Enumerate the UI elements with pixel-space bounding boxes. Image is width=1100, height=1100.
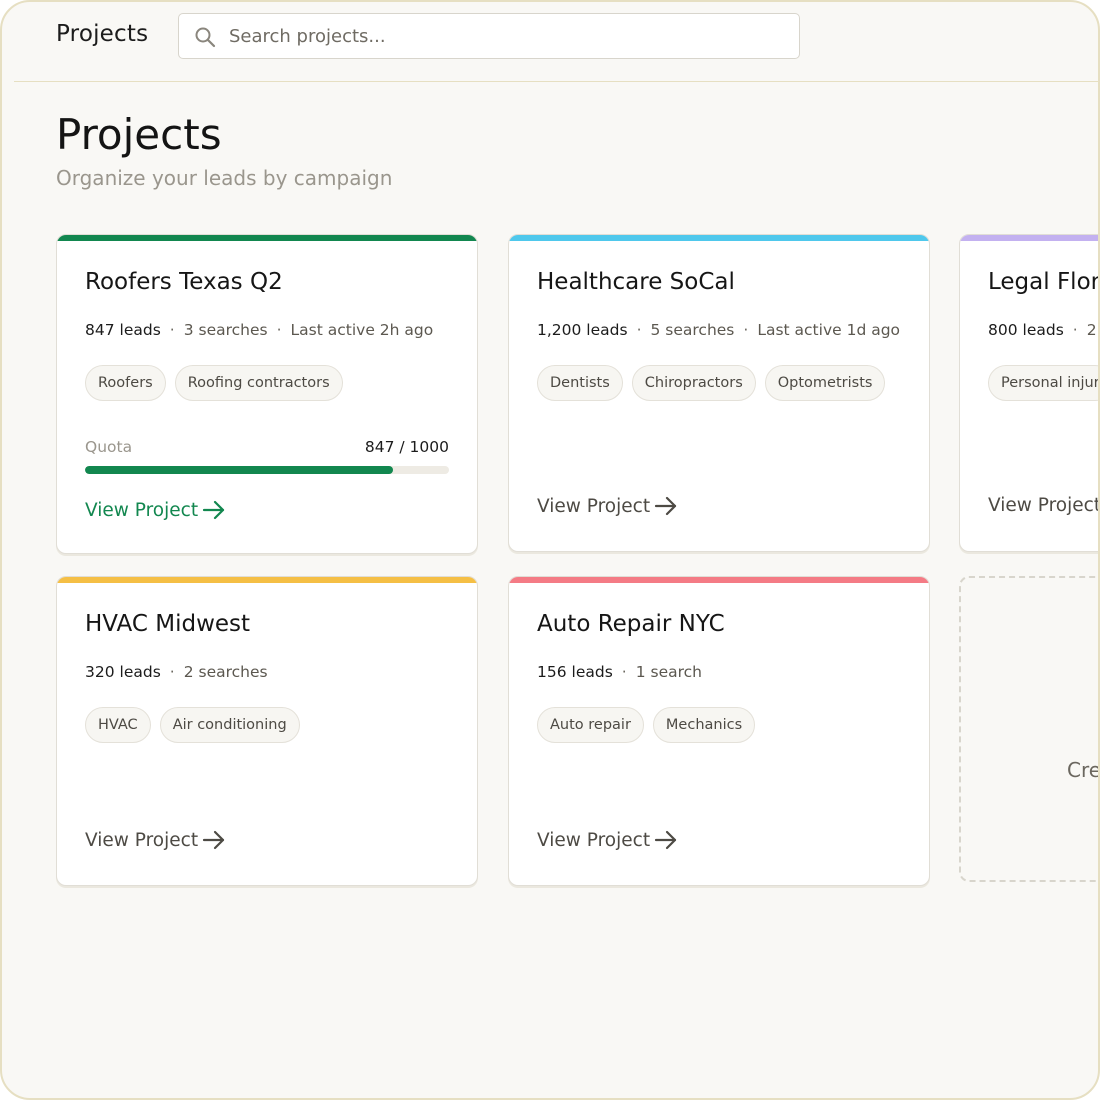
- quota-progress-fill: [85, 466, 394, 474]
- view-project-label: View Project: [537, 496, 651, 517]
- page-title: Projects: [56, 110, 222, 159]
- project-title: Auto Repair NYC: [537, 611, 725, 637]
- search-count: 2 searches: [183, 663, 268, 681]
- last-active: Last active 1d ago: [757, 321, 901, 339]
- lead-count: 800 leads: [988, 321, 1064, 339]
- tag-list: Roofers Roofing contractors: [85, 365, 352, 401]
- search-count: 5 searches: [650, 321, 735, 339]
- tag-list: Auto repair Mechanics: [537, 707, 764, 743]
- search-count: 2: [1086, 321, 1097, 339]
- page-subtitle: Organize your leads by campaign: [56, 166, 393, 190]
- lead-count: 1,200 leads: [537, 321, 628, 339]
- project-meta: 800 leads · 2: [988, 321, 1097, 339]
- search-icon: [195, 27, 216, 48]
- search-input[interactable]: [229, 14, 789, 58]
- project-card[interactable]: Roofers Texas Q2 847 leads · 3 searches · La…: [56, 234, 478, 554]
- project-title: Roofers Texas Q2: [85, 269, 283, 295]
- view-project-link[interactable]: View Project: [988, 495, 1100, 516]
- arrow-right-icon: [654, 830, 677, 850]
- project-title: Legal Flor: [988, 269, 1100, 295]
- project-meta: 847 leads · 3 searches · Last active 2h ago: [85, 321, 433, 339]
- meta-separator: ·: [169, 663, 175, 681]
- lead-count: 320 leads: [85, 663, 161, 681]
- tag-list: Dentists Chiropractors Optometrists: [537, 365, 894, 401]
- tag: Auto repair: [537, 707, 644, 743]
- meta-separator: ·: [621, 663, 627, 681]
- view-project-link[interactable]: View Project: [85, 499, 226, 521]
- view-project-label: View Project: [988, 495, 1100, 516]
- project-title: HVAC Midwest: [85, 611, 251, 637]
- meta-separator: ·: [743, 321, 749, 339]
- tag: Personal injur: [988, 365, 1098, 401]
- view-project-link[interactable]: View Project: [537, 495, 678, 517]
- tag: Dentists: [537, 365, 623, 401]
- card-accent-bar: [57, 235, 477, 241]
- tag: Mechanics: [652, 707, 756, 743]
- quota-value: 847 / 1000: [364, 438, 449, 456]
- quota-label: Quota: [85, 438, 133, 456]
- meta-separator: ·: [636, 321, 642, 339]
- view-project-link[interactable]: View Project: [85, 829, 226, 851]
- meta-separator: ·: [276, 321, 282, 339]
- tag: Roofers: [85, 365, 166, 401]
- create-project-card[interactable]: Cre: [959, 576, 1100, 882]
- quota-progress-bar: [85, 466, 449, 474]
- view-project-label: View Project: [85, 500, 199, 521]
- project-card[interactable]: Auto Repair NYC 156 leads · 1 search Auto …: [508, 576, 930, 886]
- project-title: Healthcare SoCal: [537, 269, 735, 295]
- lead-count: 847 leads: [85, 321, 161, 339]
- view-project-link[interactable]: View Project: [537, 829, 678, 851]
- tag-list: HVAC Air conditioning: [85, 707, 309, 743]
- tag: HVAC: [85, 707, 151, 743]
- search-box[interactable]: [178, 13, 800, 59]
- project-meta: 320 leads · 2 searches: [85, 663, 268, 681]
- top-bar: Projects: [14, 2, 1098, 82]
- tag-list: Personal injur: [988, 365, 1098, 401]
- project-meta: 1,200 leads · 5 searches · Last active 1d ag…: [537, 321, 900, 339]
- tag: Roofing contractors: [174, 365, 343, 401]
- topbar-title: Projects: [56, 21, 149, 47]
- arrow-right-icon: [202, 500, 225, 520]
- tag: Optometrists: [764, 365, 886, 401]
- card-accent-bar: [57, 577, 477, 583]
- tag: Chiropractors: [631, 365, 756, 401]
- project-card[interactable]: Legal Flor 800 leads · 2 Personal injur Vi…: [959, 234, 1100, 552]
- project-card[interactable]: Healthcare SoCal 1,200 leads · 5 searches ·…: [508, 234, 930, 552]
- card-accent-bar: [960, 235, 1098, 241]
- card-accent-bar: [509, 577, 929, 583]
- arrow-right-icon: [202, 830, 225, 850]
- search-count: 3 searches: [183, 321, 268, 339]
- lead-count: 156 leads: [537, 663, 613, 681]
- meta-separator: ·: [1072, 321, 1078, 339]
- view-project-label: View Project: [85, 830, 199, 851]
- create-project-label: Cre: [1067, 758, 1100, 782]
- search-count: 1 search: [635, 663, 702, 681]
- app-frame: Projects Projects Organize your leads by…: [0, 0, 1100, 1100]
- arrow-right-icon: [654, 496, 677, 516]
- last-active: Last active 2h ago: [290, 321, 434, 339]
- view-project-label: View Project: [537, 830, 651, 851]
- tag: Air conditioning: [159, 707, 300, 743]
- project-card[interactable]: HVAC Midwest 320 leads · 2 searches HVAC Ai…: [56, 576, 478, 886]
- meta-separator: ·: [169, 321, 175, 339]
- project-meta: 156 leads · 1 search: [537, 663, 702, 681]
- card-accent-bar: [509, 235, 929, 241]
